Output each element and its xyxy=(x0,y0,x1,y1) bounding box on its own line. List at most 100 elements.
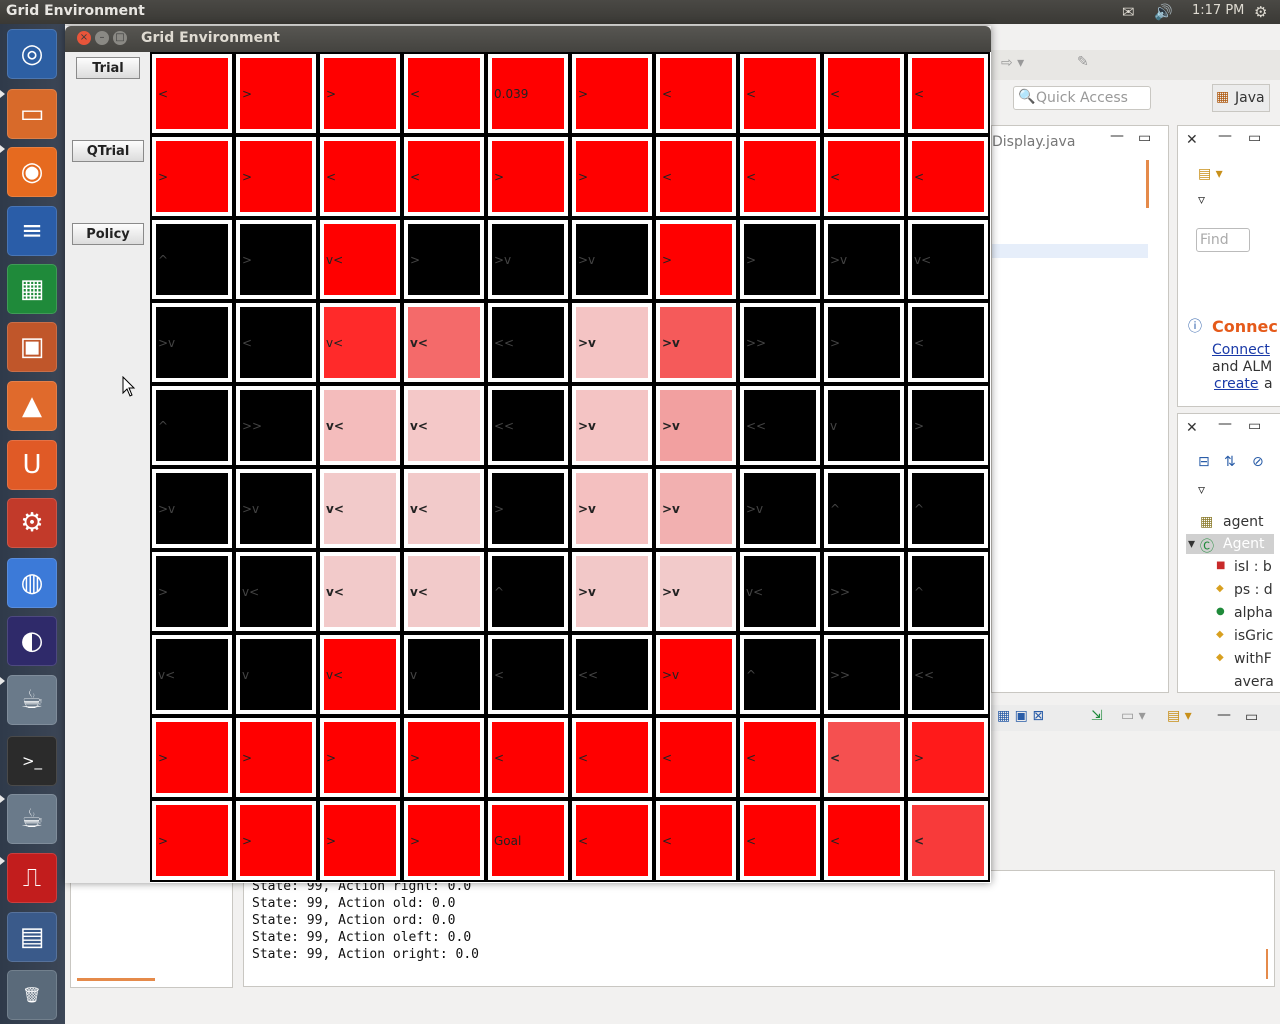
grid-cell: > xyxy=(318,52,402,135)
firefox-icon[interactable]: ◉ xyxy=(7,147,57,197)
outline-item[interactable]: withF xyxy=(1234,651,1272,667)
outline-item[interactable]: alpha xyxy=(1234,605,1273,621)
system-settings-icon[interactable]: ⚙ xyxy=(7,498,57,548)
eclipse-icon[interactable]: ◐ xyxy=(7,616,57,666)
cell-label: >v xyxy=(828,224,900,295)
cell-label: > xyxy=(240,141,312,212)
terminal-icon[interactable]: >_ xyxy=(7,736,57,786)
grid-cell: > xyxy=(150,135,234,218)
minimize-icon[interactable]: — xyxy=(1218,128,1232,144)
grid-cell: < xyxy=(654,799,738,882)
ubuntu-dash-icon[interactable]: ◎ xyxy=(7,29,57,79)
cell-label: >> xyxy=(744,307,816,378)
grid-cell: v< xyxy=(402,384,486,467)
grid-cell: >v xyxy=(150,301,234,384)
grid-cell: ^ xyxy=(150,384,234,467)
display-console-icon[interactable]: ▭ ▾ xyxy=(1121,708,1146,724)
cell-label: > xyxy=(660,224,732,295)
open-console-icon[interactable]: ▤ ▾ xyxy=(1167,708,1192,724)
grid-cell: > xyxy=(402,218,486,301)
window-titlebar[interactable]: × – □ Grid Environment xyxy=(65,26,991,52)
gear-icon[interactable]: ⚙ xyxy=(1254,3,1267,21)
cell-label: > xyxy=(156,141,228,212)
grid-cell: < xyxy=(570,799,654,882)
close-window-button[interactable]: × xyxy=(77,31,91,45)
sort-icon[interactable]: ⇅ xyxy=(1224,454,1236,470)
hide-fields-icon[interactable]: ⊘ xyxy=(1252,454,1264,470)
grid-cell: >> xyxy=(234,384,318,467)
cell-label: > xyxy=(408,805,480,876)
minimize-icon[interactable]: — xyxy=(1218,416,1232,432)
outline-item[interactable]: ps : d xyxy=(1234,582,1273,598)
connect-link[interactable]: Connect xyxy=(1212,342,1270,358)
mylyn-text-2: a xyxy=(1264,376,1273,392)
console-icons[interactable]: ▦ ▣ ⊠ xyxy=(997,708,1044,724)
chevron-down-icon[interactable]: ▿ xyxy=(1198,192,1205,208)
trial-button[interactable]: Trial xyxy=(76,57,140,79)
grid-cell: >v xyxy=(570,301,654,384)
grid-cell: < xyxy=(822,52,906,135)
chevron-down-icon[interactable]: ▿ xyxy=(1198,482,1205,498)
outline-item[interactable]: agent xyxy=(1223,514,1263,530)
running-indicator xyxy=(0,90,5,98)
trash-icon[interactable]: 🗑 xyxy=(7,970,57,1020)
create-link[interactable]: create xyxy=(1214,376,1258,392)
cell-label: > xyxy=(240,224,312,295)
pin-icon[interactable]: ⇲ xyxy=(1091,708,1103,724)
cell-label: > xyxy=(492,473,564,544)
minimize-window-button[interactable]: – xyxy=(95,31,109,45)
grid-cell: < xyxy=(654,716,738,799)
maximize-icon[interactable]: ▭ xyxy=(1245,709,1258,725)
writer-icon[interactable]: ≡ xyxy=(7,206,57,256)
close-icon[interactable]: ✕ xyxy=(1186,420,1198,436)
grid-cell: v xyxy=(234,633,318,716)
grid-cell: < xyxy=(906,135,990,218)
files-icon[interactable]: ▭ xyxy=(7,89,57,139)
new-task-icon[interactable]: ▤ ▾ xyxy=(1198,166,1223,182)
ubuntu-one-icon[interactable]: U xyxy=(7,440,57,490)
volume-icon[interactable]: 🔊 xyxy=(1154,3,1173,21)
software-center-icon[interactable]: ▲ xyxy=(7,381,57,431)
grid-cell: < xyxy=(234,301,318,384)
maximize-icon[interactable]: ▭ xyxy=(1138,130,1151,146)
outline-item[interactable]: isI : b xyxy=(1234,559,1272,575)
clock[interactable]: 1:17 PM xyxy=(1192,3,1244,18)
outline-item[interactable]: Agent xyxy=(1223,536,1264,552)
chrome-icon[interactable]: ◍ xyxy=(7,558,57,608)
impress-icon[interactable]: ▣ xyxy=(7,322,57,372)
workspace-switcher-icon[interactable]: ▤ xyxy=(7,912,57,962)
maximize-icon[interactable]: ▭ xyxy=(1248,418,1261,434)
quick-access-field[interactable]: 🔍 Quick Access xyxy=(1013,86,1151,110)
perspective-java[interactable]: Java ▦ xyxy=(1212,84,1270,112)
policy-button[interactable]: Policy xyxy=(72,223,144,245)
cell-label: ^ xyxy=(912,556,984,627)
cell-label: > xyxy=(912,722,984,793)
forward-icon[interactable]: ⇨ ▾ xyxy=(1001,55,1024,71)
collapse-all-icon[interactable]: ⊟ xyxy=(1198,454,1210,470)
outline-item[interactable]: isGric xyxy=(1234,628,1273,644)
editor-tab[interactable]: Display.java xyxy=(992,134,1075,150)
minimize-icon[interactable]: — xyxy=(1217,707,1231,723)
grid-cell: > xyxy=(150,716,234,799)
cell-label: > xyxy=(576,141,648,212)
outline-item[interactable]: avera xyxy=(1234,674,1274,690)
grid-cell: >v xyxy=(570,550,654,633)
java-app-icon[interactable]: ☕ xyxy=(7,794,57,844)
close-icon[interactable]: ✕ xyxy=(1186,132,1198,148)
find-field[interactable]: Find xyxy=(1196,228,1250,252)
java-icon[interactable]: ☕ xyxy=(7,675,57,725)
console-output[interactable]: State: 99, Action right: 0.0 State: 99, … xyxy=(243,870,1275,987)
edit-icon[interactable]: ✎ xyxy=(1077,54,1089,70)
maximize-window-button[interactable]: □ xyxy=(113,31,127,45)
pdf-reader-icon[interactable]: ⎍ xyxy=(7,853,57,903)
mail-icon[interactable]: ✉ xyxy=(1122,3,1135,21)
minimize-icon[interactable]: — xyxy=(1110,128,1124,144)
maximize-icon[interactable]: ▭ xyxy=(1248,130,1261,146)
highlight-line xyxy=(992,244,1148,258)
grid-cell: >> xyxy=(822,633,906,716)
qtrial-button[interactable]: QTrial xyxy=(72,140,144,162)
expand-arrow-icon[interactable]: ▾ xyxy=(1188,536,1195,552)
grid-cell: < xyxy=(738,799,822,882)
calc-icon[interactable]: ▦ xyxy=(7,264,57,314)
cell-label: < xyxy=(408,141,480,212)
